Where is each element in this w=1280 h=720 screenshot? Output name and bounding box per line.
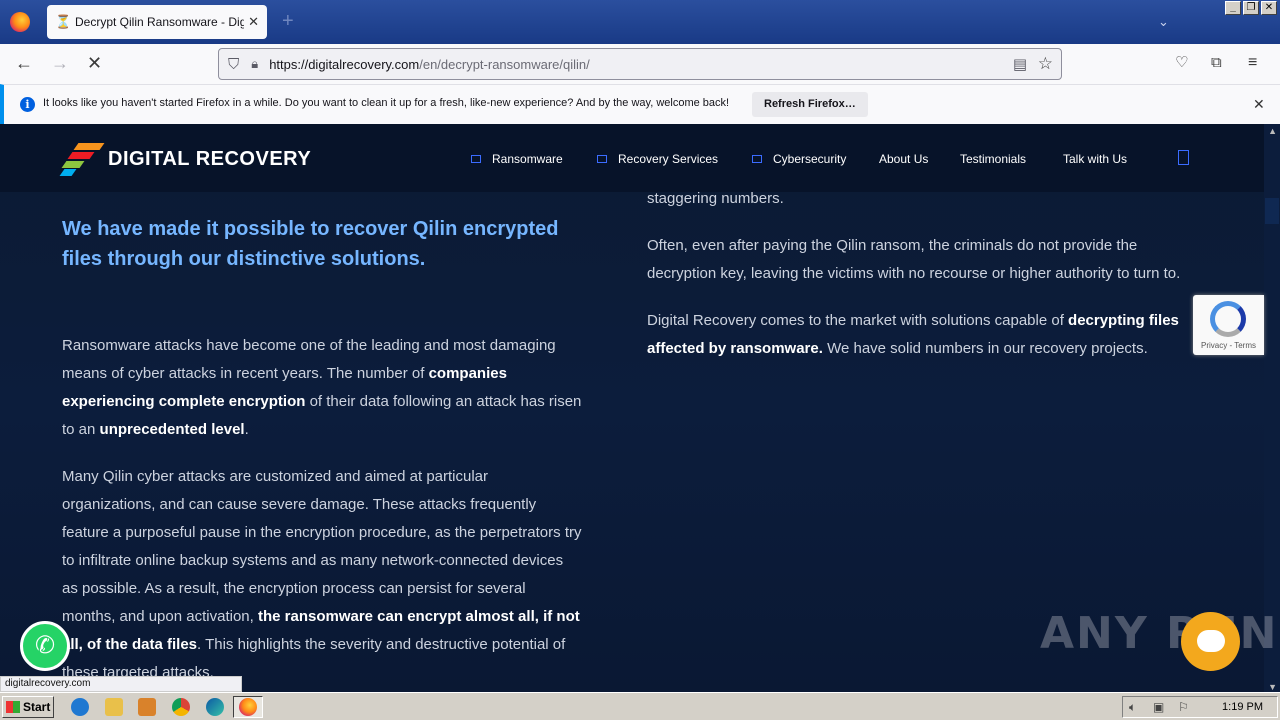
- scroll-up-arrow-icon[interactable]: ▲: [1268, 126, 1277, 136]
- menu-item-about-us[interactable]: About Us: [879, 152, 928, 166]
- firefox-taskbar-button[interactable]: [233, 696, 263, 718]
- menu-item-recovery-services[interactable]: Recovery Services: [597, 152, 718, 166]
- extensions-icon[interactable]: ⧉: [1211, 53, 1222, 73]
- firefox-icon: [239, 698, 257, 716]
- loading-hourglass-icon: ⏳: [55, 14, 72, 29]
- menu-bullet-icon: [752, 155, 762, 163]
- section-heading: We have made it possible to recover Qili…: [62, 218, 559, 270]
- menu-item-talk-with-us[interactable]: Talk with Us: [1063, 152, 1127, 166]
- right-column: staggering numbers. Often, even after pa…: [647, 185, 1195, 363]
- menu-bullet-icon: [597, 155, 607, 163]
- windows-flag-icon: [6, 701, 20, 713]
- media-player-icon[interactable]: [138, 698, 156, 716]
- scroll-down-arrow-icon[interactable]: ▼: [1268, 682, 1277, 692]
- paragraph-qilin-attacks: Many Qilin cyber attacks are customized …: [62, 468, 582, 681]
- tracking-shield-icon[interactable]: ⛉: [228, 56, 239, 73]
- reader-view-icon[interactable]: ▤: [1013, 55, 1027, 73]
- recaptcha-badge[interactable]: Privacy - Terms: [1193, 295, 1264, 355]
- hamburger-menu-icon[interactable]: ≡: [1248, 53, 1257, 73]
- forward-arrow-icon[interactable]: →: [51, 53, 69, 73]
- site-header: DIGITAL RECOVERY Ransomware Recovery Ser…: [0, 124, 1264, 192]
- clock[interactable]: 1:19 PM: [1222, 701, 1263, 713]
- paragraph-attacks: Ransomware attacks have become one of th…: [62, 337, 582, 438]
- refresh-firefox-button[interactable]: Refresh Firefox…: [752, 92, 868, 117]
- lock-icon[interactable]: 🔒︎: [251, 56, 258, 72]
- action-center-flag-icon[interactable]: ⚐: [1178, 700, 1189, 714]
- minimize-button[interactable]: _: [1225, 1, 1241, 15]
- menu-item-cybersecurity[interactable]: Cybersecurity: [752, 152, 846, 166]
- notification-close-icon[interactable]: ✕: [1253, 96, 1265, 113]
- page-scrollbar[interactable]: ▲ ▼: [1264, 124, 1280, 692]
- firefox-logo-icon[interactable]: [10, 12, 30, 32]
- windows-taskbar: Start 🔈︎ ▣ ⚐ 1:19 PM: [0, 692, 1280, 720]
- browser-tab-bar: ⏳ Decrypt Qilin Ransomware - Digital ✕ +…: [0, 0, 1280, 44]
- back-arrow-icon[interactable]: ←: [15, 53, 33, 73]
- scroll-thumb[interactable]: [1265, 198, 1279, 224]
- notification-bar: i It looks like you haven't started Fire…: [0, 84, 1280, 124]
- language-flag-icon[interactable]: [1178, 150, 1189, 165]
- web-page: DIGITAL RECOVERY Ransomware Recovery Ser…: [0, 124, 1280, 692]
- main-menu: Ransomware Recovery Services Cybersecuri…: [0, 152, 1264, 172]
- start-button[interactable]: Start: [2, 696, 54, 718]
- tab-title: Decrypt Qilin Ransomware - Digital: [75, 15, 245, 29]
- anyrun-watermark: ANY RUN: [1040, 608, 1279, 659]
- bookmark-star-icon[interactable]: ☆: [1038, 54, 1053, 74]
- close-window-button[interactable]: ✕: [1261, 1, 1277, 15]
- notification-text: It looks like you haven't started Firefo…: [43, 97, 730, 109]
- recaptcha-icon: [1210, 301, 1246, 337]
- internet-explorer-icon[interactable]: [71, 698, 89, 716]
- tab-close-icon[interactable]: ✕: [248, 14, 259, 30]
- restore-button[interactable]: ❐: [1243, 1, 1259, 15]
- edge-icon[interactable]: [206, 698, 224, 716]
- chat-bubble-icon: [1197, 630, 1225, 652]
- pocket-icon[interactable]: ♡: [1175, 53, 1188, 73]
- url-bar[interactable]: ⛉ 🔒︎ https://digitalrecovery.com/en/decr…: [218, 48, 1062, 80]
- whatsapp-icon[interactable]: ✆: [20, 621, 70, 671]
- status-url: digitalrecovery.com: [0, 676, 242, 692]
- paragraph-solutions: Digital Recovery comes to the market wit…: [647, 312, 1179, 357]
- window-controls: _ ❐ ✕: [1225, 1, 1277, 15]
- stop-loading-icon[interactable]: ✕: [87, 53, 102, 73]
- new-tab-icon[interactable]: +: [282, 11, 294, 31]
- chrome-icon[interactable]: [172, 698, 190, 716]
- menu-item-ransomware[interactable]: Ransomware: [471, 152, 563, 166]
- recaptcha-links[interactable]: Privacy - Terms: [1193, 341, 1264, 350]
- list-tabs-chevron-icon[interactable]: ⌄: [1158, 14, 1169, 30]
- network-icon[interactable]: ▣: [1153, 700, 1164, 714]
- menu-item-testimonials[interactable]: Testimonials: [960, 152, 1026, 166]
- menu-bullet-icon: [471, 155, 481, 163]
- left-column: We have made it possible to recover Qili…: [62, 214, 582, 687]
- url-text[interactable]: https://digitalrecovery.com/en/decrypt-r…: [269, 57, 590, 72]
- folder-icon[interactable]: [105, 698, 123, 716]
- browser-tab[interactable]: ⏳ Decrypt Qilin Ransomware - Digital ✕: [47, 5, 267, 39]
- navigation-toolbar: ← → ✕ ⛉ 🔒︎ https://digitalrecovery.com/e…: [0, 44, 1280, 84]
- paragraph-ransom: Often, even after paying the Qilin ranso…: [647, 237, 1181, 282]
- system-tray: 🔈︎ ▣ ⚐ 1:19 PM: [1122, 696, 1278, 718]
- volume-icon[interactable]: 🔈︎: [1129, 700, 1136, 715]
- info-icon: i: [20, 97, 35, 112]
- chat-button[interactable]: [1181, 612, 1240, 671]
- paragraph-staggering: staggering numbers.: [647, 190, 784, 207]
